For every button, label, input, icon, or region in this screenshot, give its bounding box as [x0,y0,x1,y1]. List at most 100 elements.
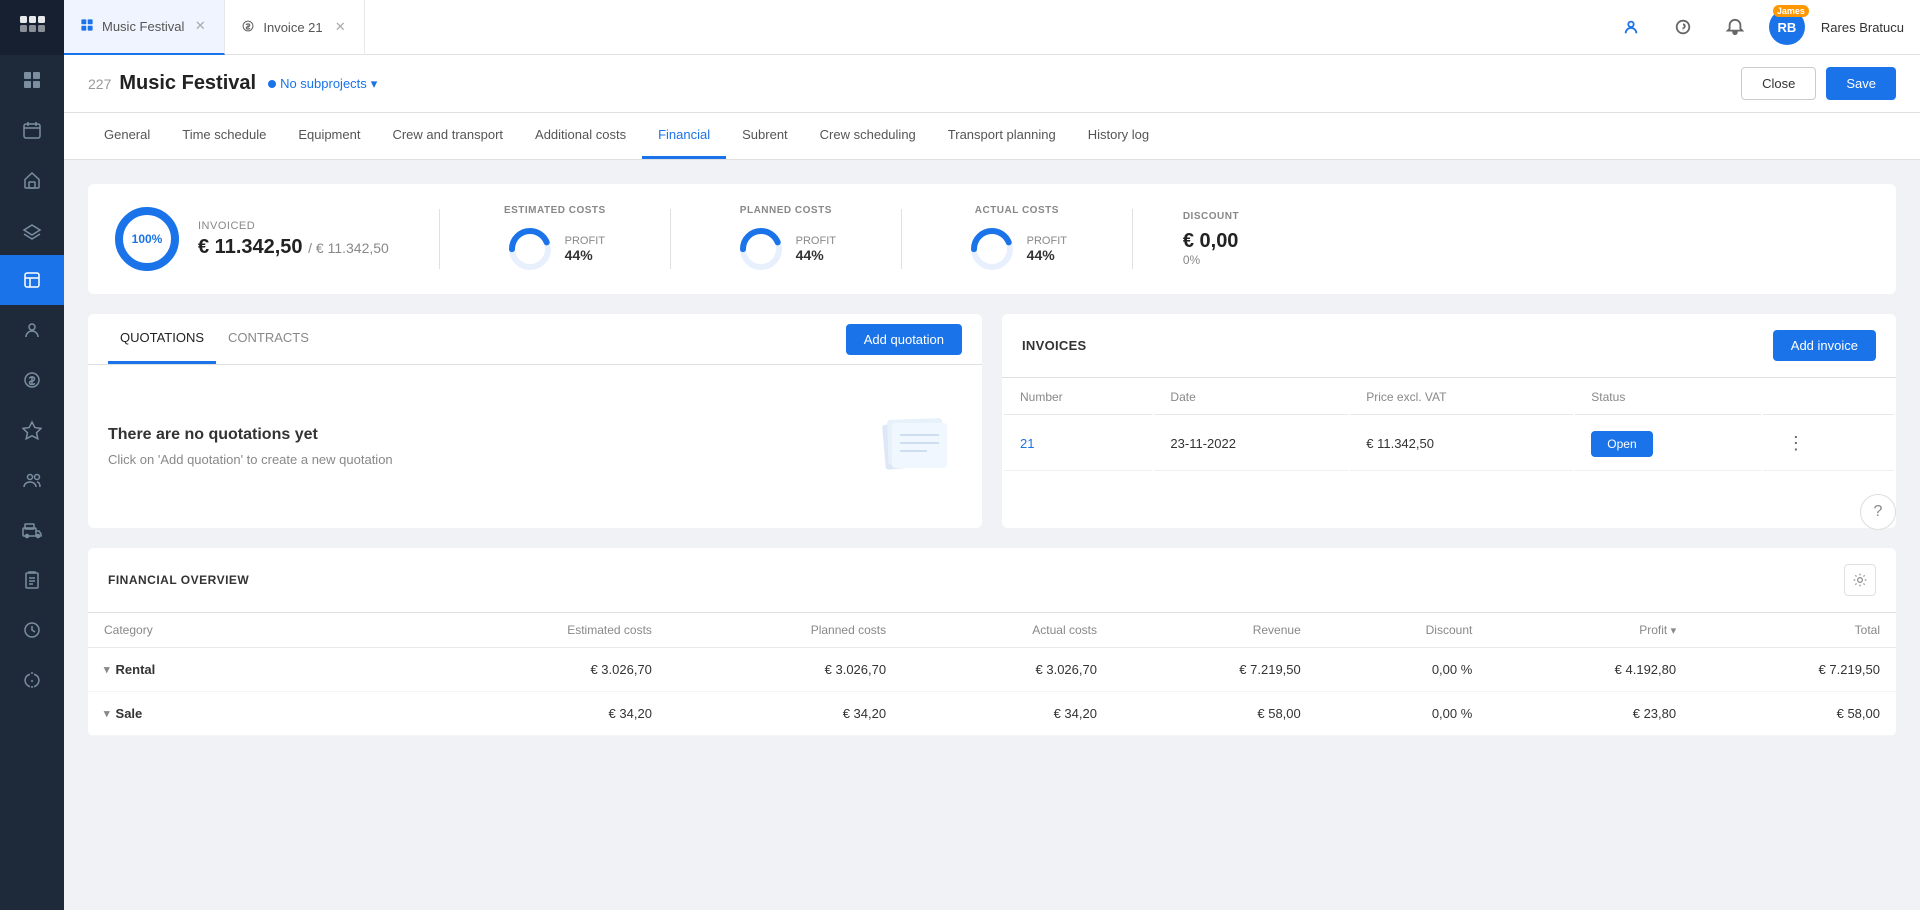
add-quotation-button[interactable]: Add quotation [846,324,962,355]
sidebar-item-tasks[interactable] [0,405,64,455]
subproject-chevron: ▾ [371,76,378,92]
tab-crew-scheduling[interactable]: Crew scheduling [804,113,932,159]
invoice-open-button[interactable]: Open [1591,431,1652,457]
tab-invoice-21-close[interactable]: ✕ [332,19,348,35]
invoice-more-button[interactable]: ⋮ [1779,429,1813,458]
rental-chevron[interactable]: ▾ [104,663,110,676]
tab-music-festival[interactable]: Music Festival ✕ [64,0,225,55]
fo-rental-total: € 7.219,50 [1692,648,1896,692]
project-header: 227 Music Festival No subprojects ▾ Clos… [64,55,1920,113]
quotations-card: QUOTATIONS CONTRACTS Add quotation There… [88,314,982,528]
invoiced-label: INVOICED [198,220,389,232]
invoice-21-link[interactable]: 21 [1020,436,1034,451]
costs-divider-2 [670,209,671,269]
tab-music-festival-icon [80,18,94,35]
fo-col-planned: Planned costs [668,613,902,648]
col-actions [1763,380,1894,415]
fo-col-estimated: Estimated costs [413,613,667,648]
sidebar-item-money[interactable] [0,355,64,405]
tab-general[interactable]: General [88,113,166,159]
fo-col-actual: Actual costs [902,613,1113,648]
fo-rental-discount: 0,00 % [1317,648,1489,692]
profit-sort-icon[interactable]: ▾ [1671,625,1677,637]
tab-invoice-21[interactable]: Invoice 21 ✕ [225,0,365,55]
tab-transport-planning[interactable]: Transport planning [932,113,1072,159]
sidebar-item-contacts[interactable] [0,305,64,355]
sidebar-item-financial[interactable] [0,255,64,305]
fo-sale-estimated: € 34,20 [413,692,667,736]
fo-sale-total: € 58,00 [1692,692,1896,736]
fo-rental-category: ▾ Rental [88,648,413,692]
quotations-card-header: QUOTATIONS CONTRACTS Add quotation [88,314,982,365]
sidebar-item-home[interactable] [0,155,64,205]
quotations-illustration [862,405,962,488]
invoices-table: Number Date Price excl. VAT Status 21 [1002,378,1896,473]
add-invoice-button[interactable]: Add invoice [1773,330,1876,361]
invoice-row-21: 21 23-11-2022 € 11.342,50 Open ⋮ [1004,417,1894,471]
fo-col-revenue: Revenue [1113,613,1317,648]
costs-divider [439,209,440,269]
sidebar-item-settings[interactable] [0,655,64,705]
fo-title: FINANCIAL OVERVIEW [108,573,249,587]
help-circle-button[interactable]: ? [1860,494,1896,530]
sidebar-item-team[interactable] [0,455,64,505]
fo-sale-actual: € 34,20 [902,692,1113,736]
subproject-dot [268,80,276,88]
help-icon-btn[interactable] [1665,9,1701,45]
invoiced-progress-circle: 100% [112,204,182,274]
tab-subrent[interactable]: Subrent [726,113,804,159]
costs-divider-4 [1132,209,1133,269]
quotations-empty-text: There are no quotations yet Click on 'Ad… [108,426,393,467]
estimated-costs: ESTIMATED COSTS PROFIT 44% [490,205,620,274]
financial-overview-table: Category Estimated costs Planned costs A… [88,613,1896,736]
planned-costs: PLANNED COSTS PROFIT 44% [721,205,851,274]
tab-music-festival-label: Music Festival [102,19,184,34]
invoiced-amounts: INVOICED € 11.342,50 / € 11.342,50 [198,220,389,259]
actual-donut [967,224,1017,274]
user-avatar[interactable]: RB James [1769,9,1805,45]
invoice-actions-cell: ⋮ [1763,417,1894,471]
tab-time-schedule[interactable]: Time schedule [166,113,282,159]
user-icon-btn[interactable] [1613,9,1649,45]
bell-icon-btn[interactable] [1717,9,1753,45]
fo-settings-button[interactable] [1844,564,1876,596]
project-title: Music Festival [119,72,256,95]
sidebar-item-calendar[interactable] [0,105,64,155]
estimated-donut [505,224,555,274]
user-name[interactable]: Rares Bratucu [1821,20,1904,35]
sidebar-item-transport[interactable] [0,505,64,555]
sale-chevron[interactable]: ▾ [104,707,110,720]
tab-crew-transport[interactable]: Crew and transport [376,113,519,159]
sidebar-item-clipboard[interactable] [0,555,64,605]
top-actions: RB James Rares Bratucu [1613,9,1920,45]
tab-equipment[interactable]: Equipment [282,113,376,159]
close-button[interactable]: Close [1741,67,1816,100]
fo-col-profit: Profit ▾ [1488,613,1692,648]
invoice-price-cell: € 11.342,50 [1350,417,1573,471]
col-date: Date [1154,380,1348,415]
sidebar-item-clock[interactable] [0,605,64,655]
main-content: Music Festival ✕ Invoice 21 ✕ [64,0,1920,910]
sidebar-item-layers[interactable] [0,205,64,255]
discount-item: DISCOUNT € 0,00 0% [1183,211,1283,267]
invoices-title: INVOICES [1022,338,1087,353]
avatar-badge: James [1773,5,1809,17]
app-logo[interactable] [0,0,64,55]
tab-financial[interactable]: Financial [642,113,726,159]
quotations-empty-body: There are no quotations yet Click on 'Ad… [88,365,982,528]
fo-rental-profit: € 4.192,80 [1488,648,1692,692]
tab-additional-costs[interactable]: Additional costs [519,113,642,159]
financial-summary: 100% INVOICED € 11.342,50 / € 11.342,50 [88,184,1896,294]
invoiced-pct: 100% [132,232,163,246]
col-status: Status [1575,380,1761,415]
subproject-badge[interactable]: No subprojects ▾ [268,76,377,92]
two-col-section: QUOTATIONS CONTRACTS Add quotation There… [88,314,1896,528]
contracts-tab[interactable]: CONTRACTS [216,314,321,364]
tab-history-log[interactable]: History log [1072,113,1165,159]
save-button[interactable]: Save [1826,67,1896,100]
quotations-tab[interactable]: QUOTATIONS [108,314,216,364]
tab-music-festival-close[interactable]: ✕ [192,18,208,34]
content-area: 100% INVOICED € 11.342,50 / € 11.342,50 [64,160,1920,910]
sidebar-item-dashboard[interactable] [0,55,64,105]
invoice-number-cell: 21 [1004,417,1152,471]
